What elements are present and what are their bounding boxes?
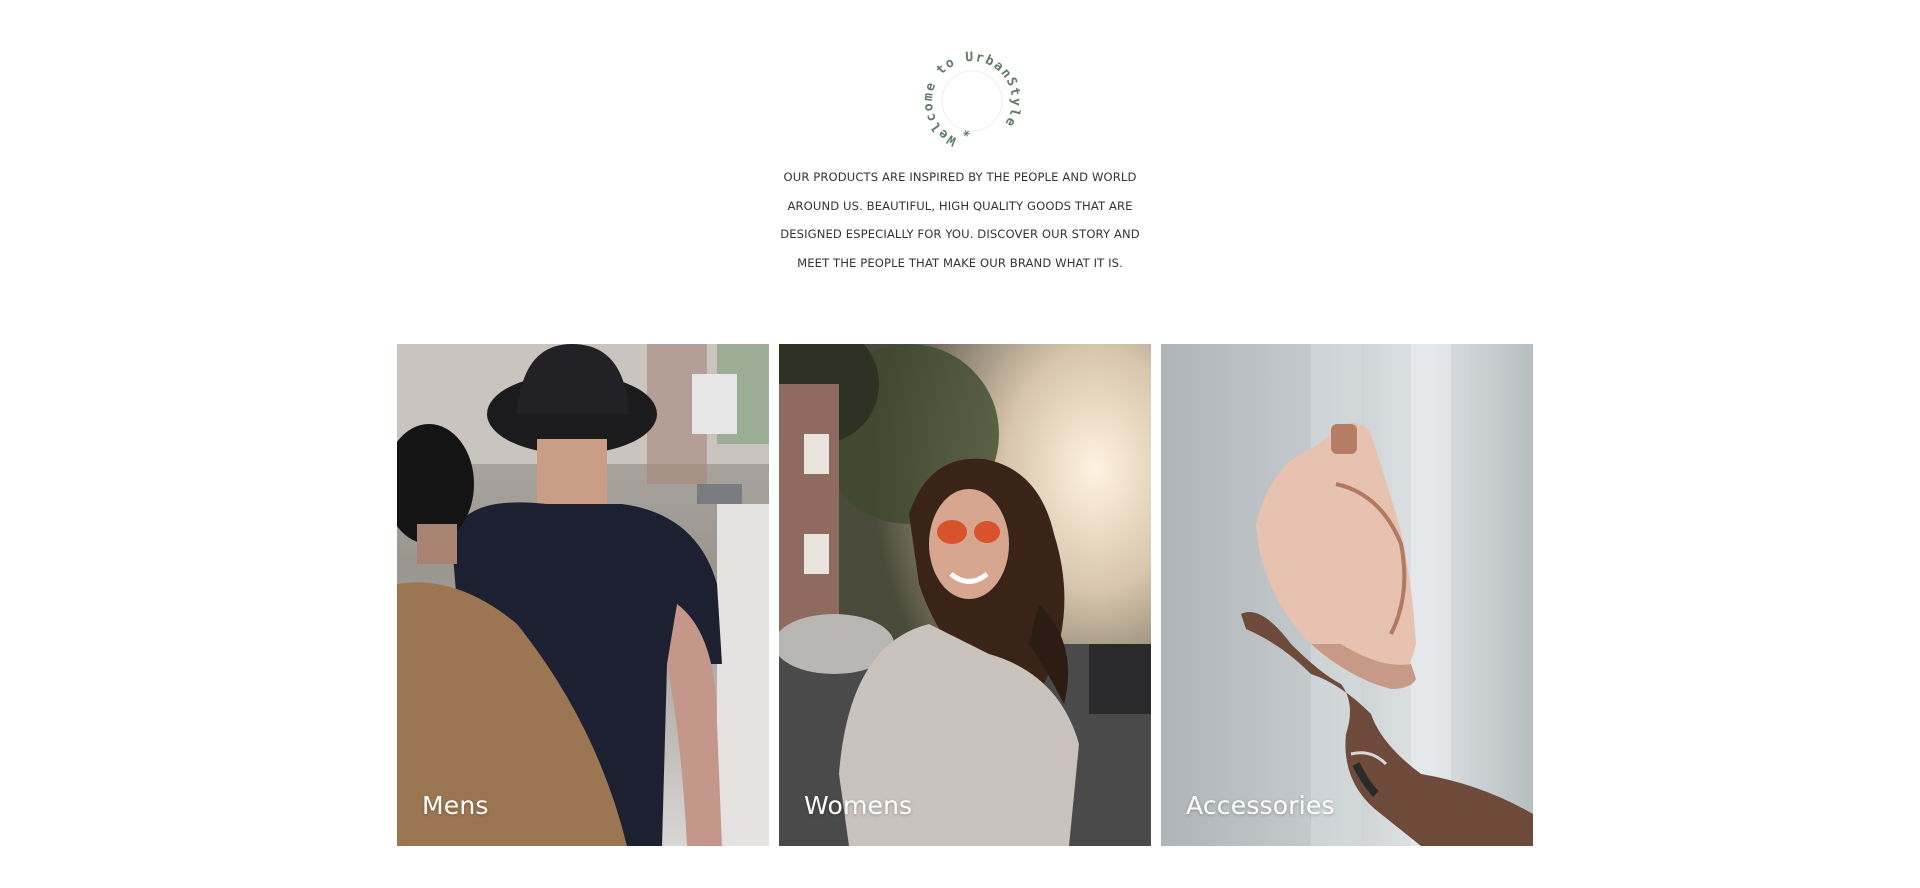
category-label-accessories: Accessories [1186, 791, 1335, 820]
category-card-accessories[interactable]: Accessories [1161, 344, 1533, 846]
category-label-womens: Womens [804, 791, 913, 820]
page: Welcome to UrbanStyle * OUR PRODUCTS ARE… [0, 0, 1920, 888]
category-cards: Mens Womens Accessories [397, 344, 1533, 846]
welcome-badge-graphic: Welcome to UrbanStyle * [921, 50, 1022, 148]
intro-line: MEET THE PEOPLE THAT MAKE OUR BRAND WHAT… [797, 255, 1123, 270]
mens-photo [397, 344, 769, 846]
category-card-womens[interactable]: Womens [779, 344, 1151, 846]
welcome-badge: Welcome to UrbanStyle * [917, 46, 1027, 156]
category-card-mens[interactable]: Mens [397, 344, 769, 846]
accessories-photo [1161, 344, 1533, 846]
intro-line: OUR PRODUCTS ARE INSPIRED BY THE PEOPLE … [783, 170, 1137, 184]
intro-line: AROUND US. BEAUTIFUL, HIGH QUALITY GOODS… [787, 198, 1133, 213]
womens-photo [779, 344, 1151, 846]
category-label-mens: Mens [422, 791, 489, 820]
intro-paragraph: OUR PRODUCTS ARE INSPIRED BY THE PEOPLE … [770, 163, 1150, 277]
intro-line: DESIGNED ESPECIALLY FOR YOU. DISCOVER OU… [780, 227, 1140, 241]
welcome-badge-star: * [961, 127, 975, 144]
